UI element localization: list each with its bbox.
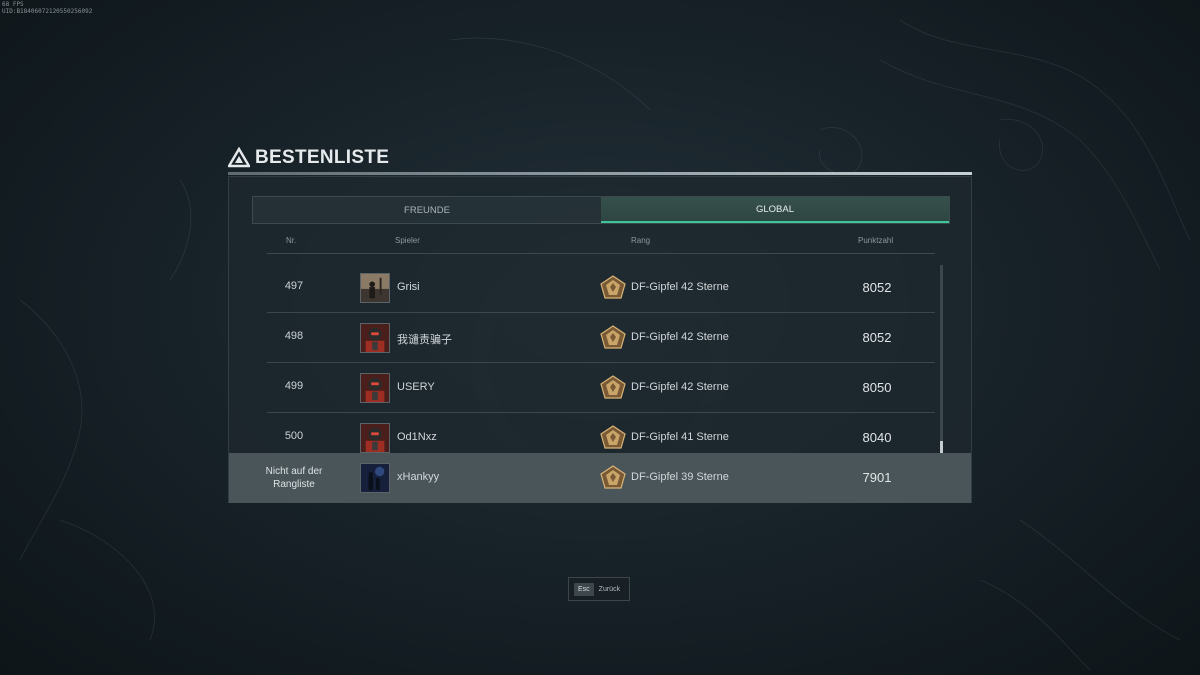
own-player-row[interactable]: Nicht auf der Rangliste xHankyy DF-Gipfe… <box>229 453 971 503</box>
back-label: Zurück <box>598 585 621 593</box>
back-button[interactable]: Esc Zurück <box>568 577 630 601</box>
score-value: 7901 <box>862 470 892 485</box>
table-row[interactable]: 499 USERY DF-Gipfel 42 Sterne 8050 <box>267 363 935 413</box>
score-value: 8040 <box>862 430 892 445</box>
soldier-silhouette-avatar <box>360 273 390 303</box>
score-value: 8050 <box>862 380 892 395</box>
blue-night-avatar <box>360 463 390 493</box>
table-row[interactable]: 497 Grisi DF-Gipfel 42 Sterne 8052 <box>267 263 935 313</box>
rank-name: DF-Gipfel 41 Sterne <box>631 431 729 443</box>
red-armor-avatar <box>360 423 390 453</box>
row-number: 498 <box>284 330 304 342</box>
table-row[interactable]: 498 我谴责骗子 DF-Gipfel 42 Sterne 8052 <box>267 313 935 363</box>
score-value: 8052 <box>862 280 892 295</box>
row-number: 500 <box>284 430 304 442</box>
leaderboard-header: BESTENLISTE <box>228 143 972 177</box>
not-ranked-line2: Rangliste <box>273 479 315 490</box>
peak-rank-medal-icon <box>600 325 626 349</box>
title-underline <box>228 172 972 175</box>
not-ranked-label: Nicht auf der Rangliste <box>249 465 339 491</box>
peak-rank-medal-icon <box>600 375 626 399</box>
player-name: Od1Nxz <box>397 431 437 443</box>
rank-name: DF-Gipfel 42 Sterne <box>631 381 729 393</box>
column-header-score: Punktzahl <box>858 236 894 245</box>
peak-rank-medal-icon <box>600 275 626 299</box>
column-header-player: Spieler <box>395 236 420 245</box>
esc-key-hint: Esc <box>574 582 594 596</box>
red-armor-avatar <box>360 323 390 353</box>
leaderboard-list[interactable]: 497 Grisi DF-Gipfel 42 Sterne 8052 498 我… <box>267 263 935 463</box>
column-header-nr: Nr. <box>286 236 297 245</box>
rank-name: DF-Gipfel 42 Sterne <box>631 331 729 343</box>
red-armor-avatar <box>360 373 390 403</box>
fps-counter: 68 FPS <box>2 1 24 8</box>
scrollbar[interactable] <box>940 265 943 453</box>
player-name: USERY <box>397 381 435 393</box>
player-name: 我谴责骗子 <box>397 334 452 346</box>
leaderboard-panel: FREUNDE GLOBAL Nr. Spieler Rang Punktzah… <box>228 176 972 503</box>
rank-name: DF-Gipfel 39 Sterne <box>631 471 729 483</box>
peak-rank-medal-icon <box>600 465 626 489</box>
tab-friends[interactable]: FREUNDE <box>253 197 601 223</box>
page-title: BESTENLISTE <box>255 147 390 168</box>
row-number: 499 <box>284 380 304 392</box>
rank-name: DF-Gipfel 42 Sterne <box>631 281 729 293</box>
tab-global[interactable]: GLOBAL <box>601 197 949 223</box>
score-value: 8052 <box>862 330 892 345</box>
column-header-rank: Rang <box>631 236 651 245</box>
debug-overlay: 68 FPS UID:B18406072120550256092 <box>2 1 92 15</box>
player-name: Grisi <box>397 281 420 293</box>
peak-rank-medal-icon <box>600 425 626 449</box>
player-name: xHankyy <box>397 471 440 483</box>
triangle-emblem-icon <box>228 147 250 168</box>
not-ranked-line1: Nicht auf der <box>265 466 323 477</box>
scrollbar-thumb[interactable] <box>940 441 943 453</box>
tab-bar: FREUNDE GLOBAL <box>252 196 950 224</box>
uid-label: UID:B18406072120550256092 <box>2 8 93 15</box>
row-number: 497 <box>284 280 304 292</box>
header-divider <box>267 253 935 254</box>
